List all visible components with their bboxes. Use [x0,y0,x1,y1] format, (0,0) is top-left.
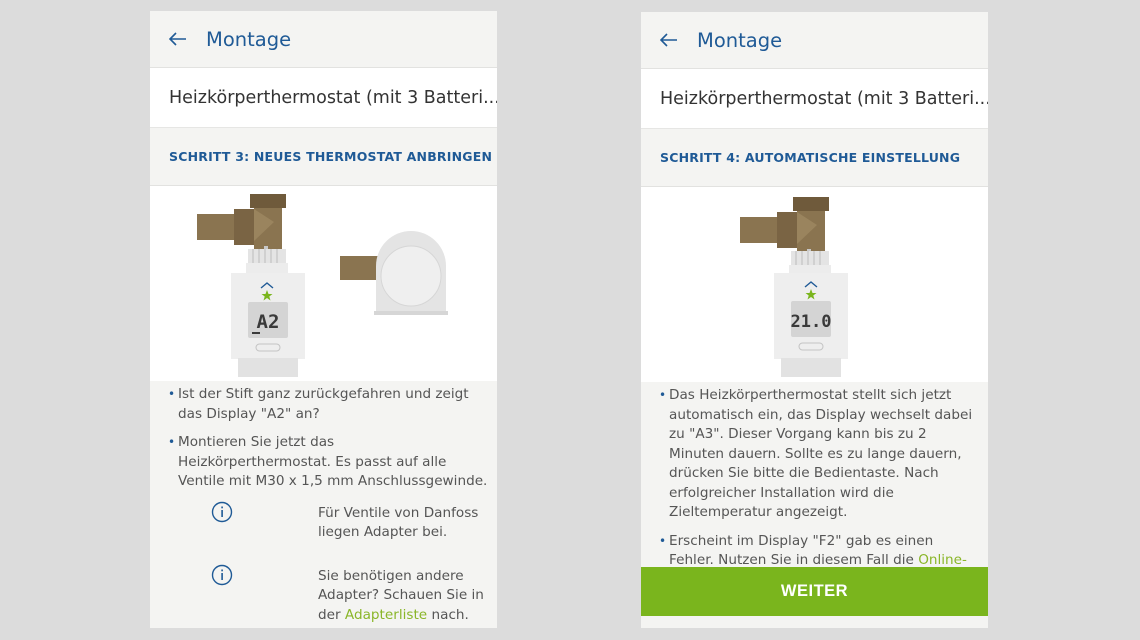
product-title: Heizkörperthermostat (mit 3 Batteri... [641,69,988,129]
display-reading: 21.0 [791,312,832,332]
back-button[interactable] [641,12,697,69]
app-bar: Montage [150,11,497,68]
product-title: Heizkörperthermostat (mit 3 Batteri... [150,68,497,128]
screen-step-4: Montage Heizkörperthermostat (mit 3 Batt… [641,12,988,628]
list-item: Das Heizkörperthermostat stellt sich jet… [659,386,980,523]
page-title: Montage [697,28,783,52]
info-note-text: Sie benötigen andere Adapter? Schauen Si… [318,567,493,626]
arrow-left-icon [169,32,186,46]
arrow-left-icon [660,33,677,47]
thermostat-illustration-body: 21.0 [774,251,848,377]
info-note-text-after: nach. [427,606,469,623]
page-title: Montage [206,27,292,51]
instruction-list: Das Heizkörperthermostat stellt sich jet… [641,382,988,590]
screen-step-3: Montage Heizkörperthermostat (mit 3 Batt… [150,11,497,628]
thermostat-illustration: A2 [150,186,497,381]
info-icon [211,564,233,585]
adapter-list-link[interactable]: Adapterliste [345,607,427,623]
info-note: Für Ventile von Danfoss liegen Adapter b… [150,501,497,564]
info-icon [211,501,233,522]
back-button[interactable] [150,11,206,68]
app-bar: Montage [641,12,988,69]
instruction-list: Ist der Stift ganz zurückgefahren und ze… [150,381,497,492]
display-reading: A2 [257,311,280,333]
list-item: Montieren Sie jetzt das Heizkörperthermo… [168,433,489,492]
list-item: Ist der Stift ganz zurückgefahren und ze… [168,385,489,424]
list-item-text-before: Erscheint im Display "F2" gab es einen F… [669,532,934,569]
info-note: Sie benötigen andere Adapter? Schauen Si… [150,564,497,627]
thermostat-illustration: 21.0 [641,187,988,382]
thermostat-illustration-body: A2 [231,249,305,377]
step-title: SCHRITT 4: AUTOMATISCHE EINSTELLUNG [641,129,988,187]
info-note-text: Für Ventile von Danfoss liegen Adapter b… [318,504,479,541]
adapter-illustration [340,231,448,315]
step-title: SCHRITT 3: NEUES THERMOSTAT ANBRINGEN [150,128,497,186]
next-button[interactable]: WEITER [641,567,988,616]
